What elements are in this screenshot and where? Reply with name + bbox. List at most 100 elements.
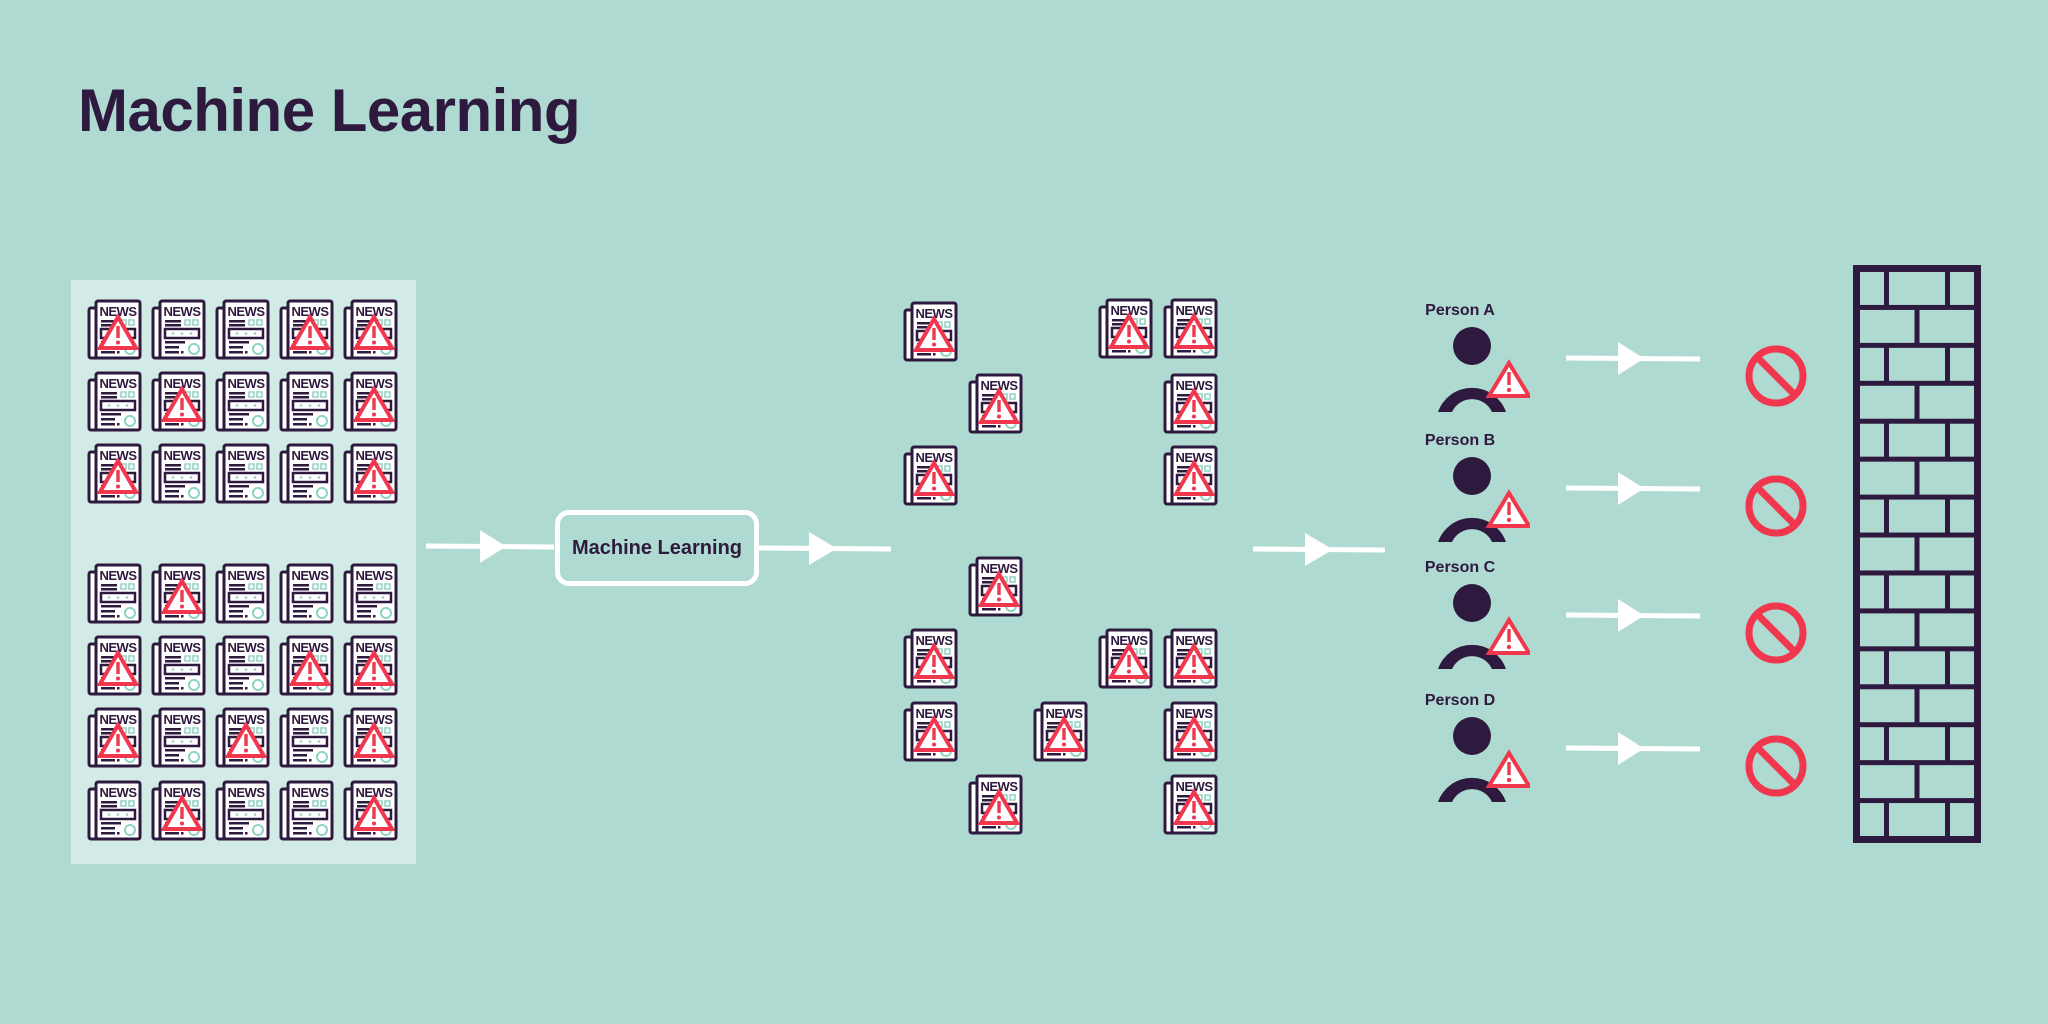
flagged-newspaper-icon: NEWS [279, 298, 335, 362]
brick [1860, 347, 1884, 381]
newspaper-icon: NEWS [215, 442, 271, 506]
brick [1950, 423, 1974, 457]
svg-text:NEWS: NEWS [228, 785, 266, 800]
newspaper-icon: NEWS [151, 634, 207, 698]
newspaper-icon: NEWS [87, 779, 143, 843]
brick [1889, 727, 1945, 761]
flagged-newspaper-icon: NEWS [215, 706, 271, 770]
svg-text:NEWS: NEWS [164, 448, 202, 463]
flagged-newspaper-icon: NEWS [968, 773, 1024, 837]
svg-text:NEWS: NEWS [228, 376, 266, 391]
process-label: Machine Learning [571, 536, 743, 559]
brick [1860, 272, 1884, 305]
svg-text:NEWS: NEWS [164, 304, 202, 319]
person-d: Person D [1420, 692, 1533, 812]
brick [1889, 423, 1945, 457]
newspaper-icon: NEWS [279, 442, 335, 506]
newspaper-icon: NEWS [279, 370, 335, 434]
newspaper-icon: NEWS [279, 779, 335, 843]
newspaper-icon: NEWS [215, 370, 271, 434]
svg-text:NEWS: NEWS [100, 785, 138, 800]
no-entry-icon [1744, 344, 1808, 408]
brick [1919, 385, 1974, 419]
flagged-newspaper-icon: NEWS [343, 298, 399, 362]
flagged-newspaper-icon: NEWS [87, 298, 143, 362]
flagged-newspaper-icon: NEWS [279, 634, 335, 698]
arrow-right-icon [426, 528, 554, 564]
flagged-newspaper-icon: NEWS [343, 442, 399, 506]
brick [1860, 385, 1915, 419]
flagged-newspaper-icon: NEWS [151, 562, 207, 626]
person-label: Person B [1424, 432, 1496, 449]
no-entry-icon [1744, 734, 1808, 798]
flagged-newspaper-icon: NEWS [1163, 444, 1219, 508]
warning-triangle-icon [1485, 359, 1533, 398]
brick [1950, 803, 1974, 836]
brick [1919, 461, 1974, 495]
flagged-newspaper-icon: NEWS [903, 700, 959, 764]
brick [1889, 347, 1945, 381]
brick [1860, 309, 1915, 343]
newspaper-icon: NEWS [279, 706, 335, 770]
brick [1860, 575, 1884, 609]
svg-text:NEWS: NEWS [164, 712, 202, 727]
flagged-newspaper-icon: NEWS [1163, 627, 1219, 691]
flagged-newspaper-icon: NEWS [1098, 627, 1154, 691]
newspaper-icon: NEWS [151, 706, 207, 770]
flagged-newspaper-icon: NEWS [151, 779, 207, 843]
flagged-newspaper-icon: NEWS [968, 555, 1024, 619]
svg-text:NEWS: NEWS [164, 640, 202, 655]
flagged-newspaper-icon: NEWS [343, 634, 399, 698]
newspaper-icon: NEWS [215, 298, 271, 362]
flagged-newspaper-icon: NEWS [87, 634, 143, 698]
brick [1889, 803, 1945, 836]
machine-learning-process-box: Machine Learning [555, 510, 759, 586]
warning-triangle-icon [1485, 749, 1533, 788]
brick [1889, 499, 1945, 533]
svg-text:NEWS: NEWS [292, 448, 330, 463]
warning-triangle-icon [1485, 616, 1533, 655]
person-label: Person D [1424, 692, 1496, 709]
flagged-newspaper-icon: NEWS [87, 706, 143, 770]
flagged-newspaper-icon: NEWS [1098, 297, 1154, 361]
arrow-right-icon [1566, 470, 1700, 506]
brick [1860, 727, 1884, 761]
brick-wall-icon [1853, 265, 1981, 848]
arrow-right-icon [1566, 340, 1700, 376]
brick [1860, 613, 1915, 647]
brick [1889, 651, 1945, 685]
warning-triangle-icon [1485, 489, 1533, 528]
flagged-newspaper-icon: NEWS [903, 444, 959, 508]
brick [1950, 727, 1974, 761]
flagged-newspaper-icon: NEWS [1163, 297, 1219, 361]
brick [1860, 651, 1884, 685]
newspaper-icon: NEWS [151, 298, 207, 362]
person-icon [1420, 583, 1533, 678]
newspaper-icon: NEWS [151, 442, 207, 506]
svg-text:NEWS: NEWS [292, 712, 330, 727]
svg-text:NEWS: NEWS [100, 568, 138, 583]
no-entry-icon [1744, 474, 1808, 538]
no-entry-icon [1744, 601, 1808, 665]
newspaper-icon: NEWS [215, 562, 271, 626]
person-icon [1420, 716, 1533, 811]
newspaper-icon: NEWS [87, 370, 143, 434]
arrow-right-icon [1566, 730, 1700, 766]
svg-text:NEWS: NEWS [356, 568, 394, 583]
flagged-newspaper-icon: NEWS [1163, 773, 1219, 837]
arrow-right-icon [1253, 531, 1385, 567]
flagged-newspaper-icon: NEWS [1033, 700, 1089, 764]
brick [1889, 272, 1945, 305]
brick [1860, 689, 1915, 723]
page-title: Machine Learning [78, 77, 581, 144]
newspaper-icon: NEWS [215, 779, 271, 843]
person-c: Person C [1420, 559, 1533, 679]
person-icon [1420, 326, 1533, 421]
flagged-newspaper-icon: NEWS [903, 300, 959, 364]
newspaper-icon: NEWS [215, 634, 271, 698]
person-label: Person A [1425, 302, 1495, 319]
svg-text:NEWS: NEWS [292, 376, 330, 391]
brick [1919, 537, 1974, 571]
brick [1950, 499, 1974, 533]
flagged-newspaper-icon: NEWS [968, 372, 1024, 436]
